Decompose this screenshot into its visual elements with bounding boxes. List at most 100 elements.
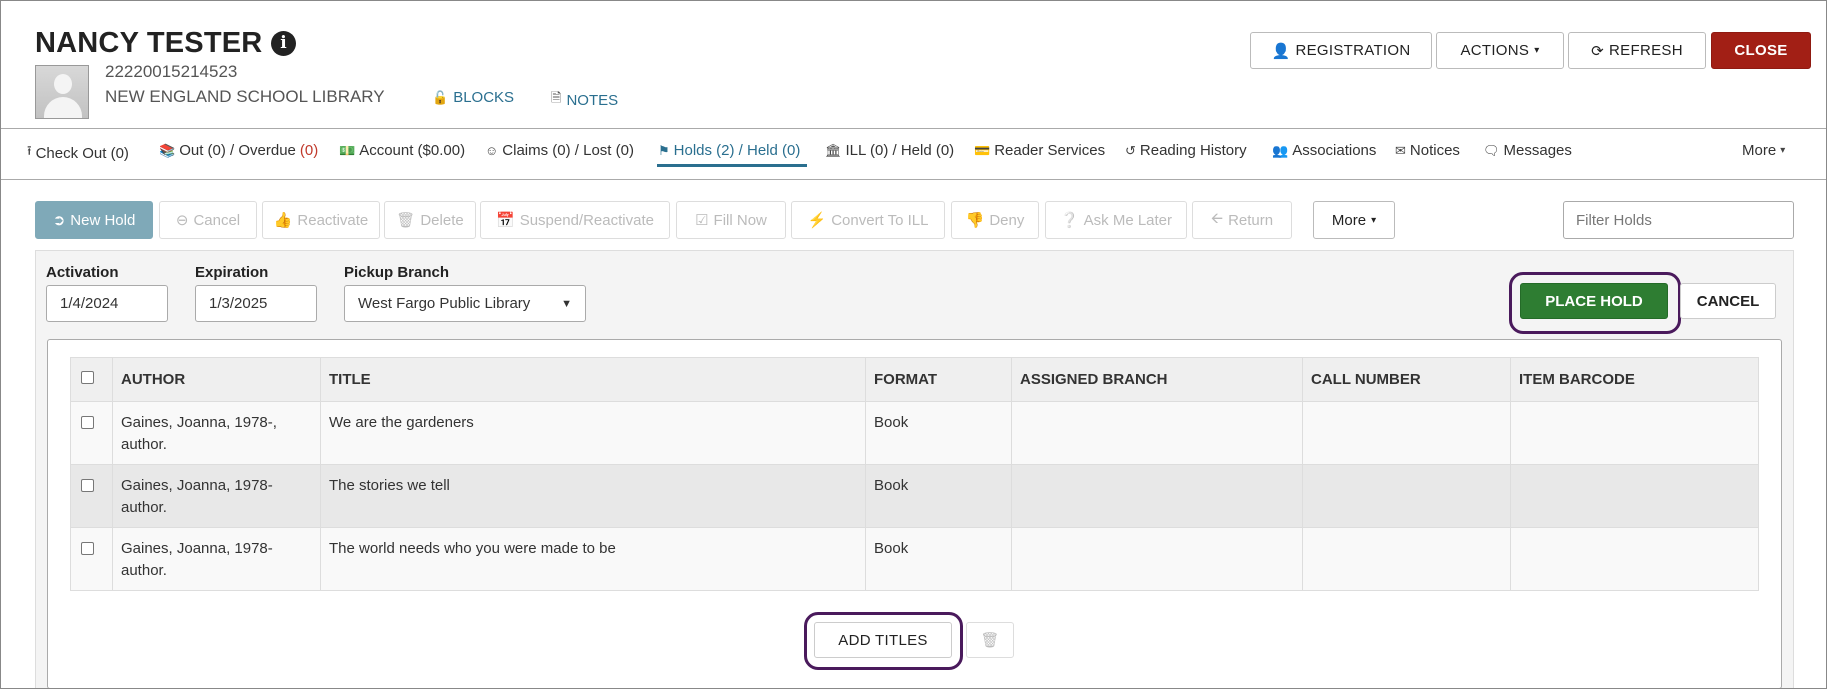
info-icon[interactable]: i (271, 31, 296, 56)
question-circle-icon: ❔ (1059, 212, 1079, 229)
money-icon: 💵 (339, 142, 356, 158)
bolt-icon: ⚡ (807, 212, 827, 229)
patron-record-page: NANCY TESTER i 22220015214523 NEW ENGLAN… (0, 0, 1827, 689)
comment-icon: 🗨 (1483, 142, 1500, 158)
table-row[interactable]: Gaines, Joanna, 1978- author. The storie… (70, 464, 1759, 528)
convert-to-ill-button[interactable]: ⚡ Convert To ILL (791, 201, 945, 239)
caret-down-icon: ▾ (1371, 214, 1377, 226)
trash-icon: 🗑 (396, 212, 416, 229)
new-hold-button[interactable]: ➲ New Hold (35, 201, 153, 239)
cancel-hold-button[interactable]: ⊖ Cancel (159, 201, 257, 239)
toolbar-more-button[interactable]: More ▾ (1313, 201, 1395, 239)
cell-item-barcode (1510, 464, 1759, 528)
registration-button[interactable]: 👤 REGISTRATION (1250, 32, 1432, 69)
blocks-label: BLOCKS (453, 89, 515, 106)
select-all-checkbox[interactable] (81, 371, 94, 384)
notes-link[interactable]: 🗎 NOTES (551, 89, 618, 111)
activation-label: Activation (46, 264, 119, 281)
suspend-reactivate-button[interactable]: 📅 Suspend/Reactivate (480, 201, 670, 239)
column-header-assigned-branch[interactable]: ASSIGNED BRANCH (1011, 357, 1303, 402)
patron-avatar (35, 65, 89, 119)
row-checkbox[interactable] (81, 479, 94, 492)
tab-more[interactable]: More ▾ (1742, 142, 1785, 159)
row-checkbox[interactable] (81, 416, 94, 429)
envelope-icon: ✉ (1395, 142, 1406, 158)
unlock-icon: 🔓 (432, 89, 449, 105)
pickup-branch-label: Pickup Branch (344, 264, 450, 281)
arrow-left-icon: 🡨 (1210, 209, 1224, 227)
id-card-icon: 💳 (974, 142, 991, 158)
table-row[interactable]: Gaines, Joanna, 1978-, author. We are th… (70, 401, 1759, 465)
place-hold-button[interactable]: PLACE HOLD (1520, 283, 1668, 319)
filter-holds-input[interactable] (1563, 201, 1794, 239)
chevron-down-icon: ▼ (561, 297, 572, 310)
tab-check-out[interactable]: ⭱ Check Out (0) (27, 142, 129, 164)
cell-item-barcode (1510, 401, 1759, 465)
expiration-label: Expiration (195, 264, 269, 281)
upload-icon: ⭱ (27, 143, 32, 158)
patron-barcode: 22220015214523 (105, 62, 238, 81)
column-header-author[interactable]: AUTHOR (112, 357, 321, 402)
tab-notices[interactable]: ✉ Notices (1395, 142, 1460, 159)
tab-claims-lost[interactable]: ☺ Claims (0) / Lost (0) (485, 142, 634, 159)
delete-button[interactable]: 🗑 Delete (384, 201, 476, 239)
select-all-header (70, 357, 113, 402)
column-header-call-number[interactable]: CALL NUMBER (1302, 357, 1511, 402)
check-square-icon: ☑ (695, 212, 709, 229)
column-header-format[interactable]: FORMAT (865, 357, 1012, 402)
remove-titles-button[interactable]: 🗑 (966, 622, 1014, 658)
refresh-button[interactable]: ⟳ REFRESH (1568, 32, 1706, 69)
add-titles-button[interactable]: ADD TITLES (814, 622, 952, 658)
cell-title: We are the gardeners (320, 401, 866, 465)
patron-name: NANCY TESTER (35, 27, 263, 59)
cell-assigned-branch (1011, 401, 1303, 465)
tab-holds[interactable]: ⚑ Holds (2) / Held (0) (658, 142, 800, 159)
tab-reading-history[interactable]: ↺ Reading History (1125, 142, 1247, 159)
tab-account[interactable]: 💵 Account ($0.00) (339, 142, 465, 159)
deny-button[interactable]: 👎 Deny (951, 201, 1039, 239)
cell-call-number (1302, 401, 1511, 465)
return-button[interactable]: 🡨 Return (1192, 201, 1292, 239)
document-icon: 🗎 (551, 90, 562, 105)
column-header-item-barcode[interactable]: ITEM BARCODE (1510, 357, 1759, 402)
cell-item-barcode (1510, 527, 1759, 591)
cell-author: Gaines, Joanna, 1978- author. (112, 464, 321, 528)
actions-button[interactable]: ACTIONS ▾ (1436, 32, 1564, 69)
fill-now-button[interactable]: ☑ Fill Now (676, 201, 786, 239)
users-icon: 👥 (1272, 142, 1289, 158)
tab-ill[interactable]: 🏛 ILL (0) / Held (0) (825, 142, 954, 159)
patron-tabs: ⭱ Check Out (0) 📚 Out (0) / Overdue (0) … (1, 128, 1826, 180)
tab-messages[interactable]: 🗨 Messages (1483, 142, 1572, 159)
tab-out-overdue[interactable]: 📚 Out (0) / Overdue (0) (159, 142, 318, 159)
row-checkbox[interactable] (81, 542, 94, 555)
thumbs-down-icon: 👎 (965, 212, 985, 229)
reactivate-button[interactable]: 👍 Reactivate (262, 201, 380, 239)
hold-titles-table: AUTHOR TITLE FORMAT ASSIGNED BRANCH CALL… (70, 357, 1759, 591)
library-icon: 🏛 (825, 142, 842, 158)
tab-associations[interactable]: 👥 Associations (1272, 142, 1376, 159)
table-row[interactable]: Gaines, Joanna, 1978- author. The world … (70, 527, 1759, 591)
cell-title: The world needs who you were made to be (320, 527, 866, 591)
cell-call-number (1302, 527, 1511, 591)
cell-format: Book (865, 401, 1012, 465)
minus-circle-icon: ⊖ (175, 212, 189, 229)
cancel-form-button[interactable]: CANCEL (1680, 283, 1776, 319)
pickup-branch-select[interactable]: West Fargo Public Library ▼ (344, 285, 586, 322)
close-button[interactable]: CLOSE (1711, 32, 1811, 69)
activation-date-input[interactable] (46, 285, 168, 322)
notes-label: NOTES (566, 91, 619, 109)
blocks-link[interactable]: 🔓 BLOCKS (432, 89, 514, 106)
ask-me-later-button[interactable]: ❔ Ask Me Later (1045, 201, 1187, 239)
tab-reader-services[interactable]: 💳 Reader Services (974, 142, 1105, 159)
column-header-title[interactable]: TITLE (320, 357, 866, 402)
expiration-date-input[interactable] (195, 285, 317, 322)
cell-assigned-branch (1011, 464, 1303, 528)
cell-call-number (1302, 464, 1511, 528)
active-tab-indicator (657, 164, 807, 167)
caret-down-icon: ▾ (1534, 45, 1540, 56)
cell-format: Book (865, 527, 1012, 591)
user-icon: 👤 (1271, 42, 1291, 60)
thumbs-up-icon: 👍 (273, 212, 293, 229)
sign-in-icon: ➲ (52, 212, 66, 229)
cell-format: Book (865, 464, 1012, 528)
